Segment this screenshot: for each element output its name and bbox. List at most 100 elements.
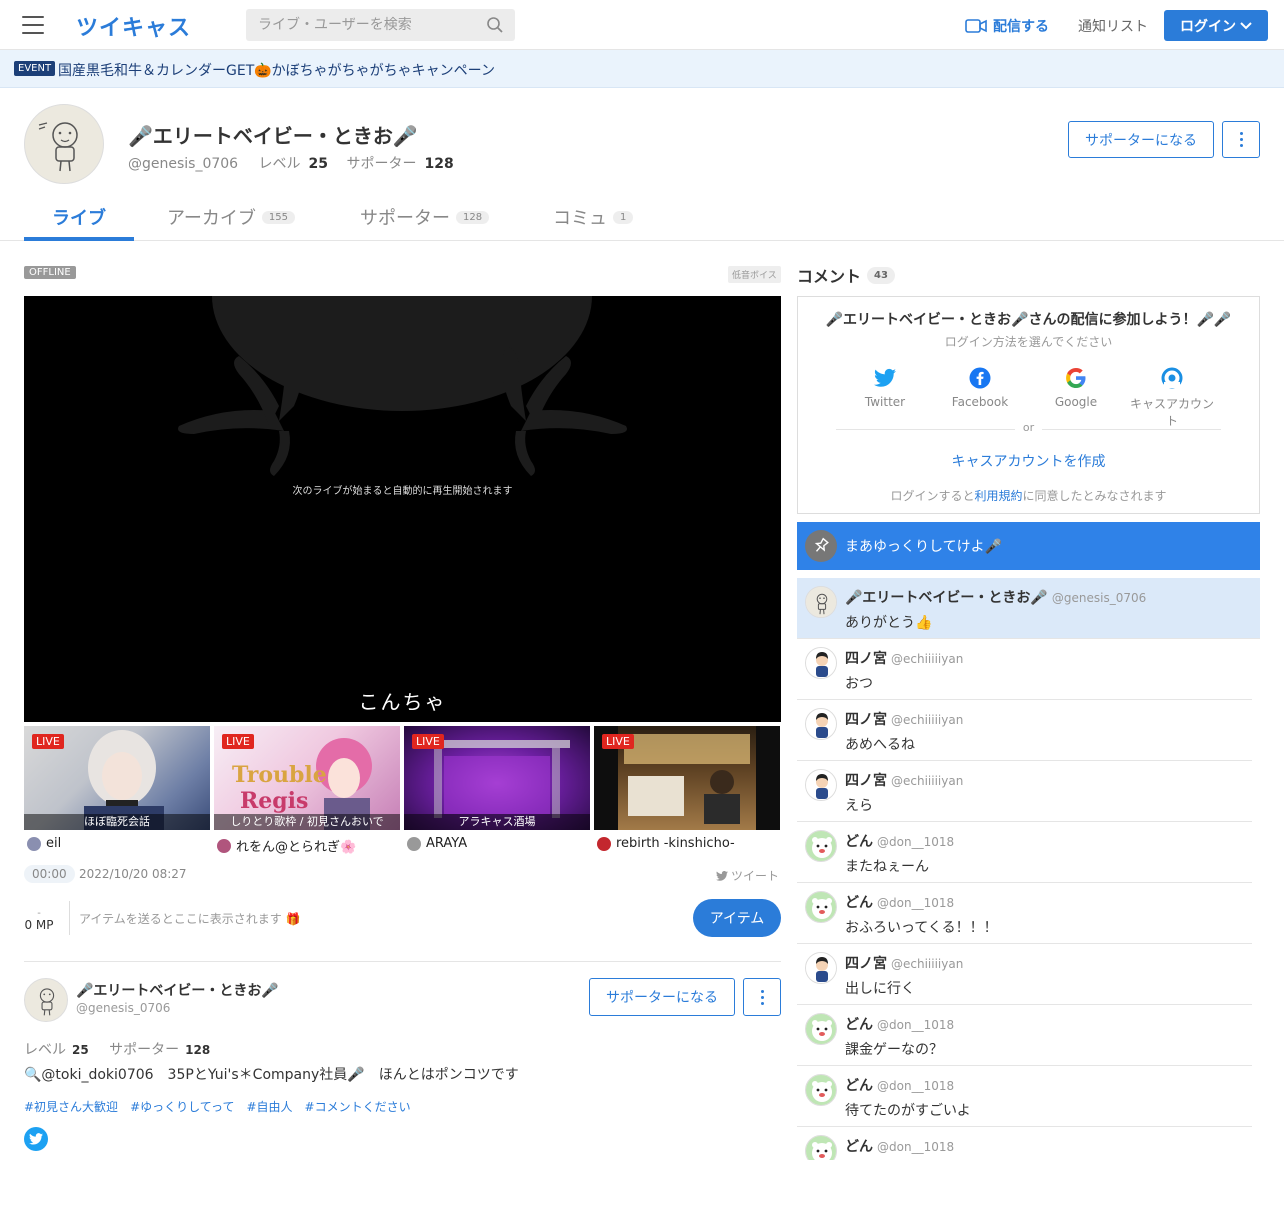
- more-options-button[interactable]: [743, 978, 781, 1016]
- owner-avatar: [407, 836, 421, 851]
- comment-avatar[interactable]: [805, 952, 837, 984]
- tab-live[interactable]: ライブ: [52, 204, 106, 230]
- menu-icon[interactable]: [22, 16, 44, 34]
- terms-notice: ログインすると利用規約に同意したとみなされます: [798, 487, 1259, 504]
- login-twitter-button[interactable]: Twitter: [840, 367, 930, 409]
- comment-author[interactable]: 四ノ宮 @echiiiiiyan: [845, 770, 963, 790]
- live-title: しりとり歌枠 / 初見さんおいで: [214, 814, 400, 830]
- pinned-comment[interactable]: まあゆっくりしてけよ🎤: [797, 522, 1260, 570]
- comment-avatar[interactable]: [805, 769, 837, 801]
- video-player[interactable]: 次のライブが始まると自動的に再生開始されます こんちゃ: [24, 296, 781, 722]
- live-owner[interactable]: ARAYA: [404, 836, 590, 851]
- category-badge[interactable]: 低音ボイス: [728, 266, 781, 283]
- tag-link[interactable]: #自由人: [246, 1098, 292, 1115]
- user-avatar[interactable]: [24, 978, 68, 1022]
- event-banner[interactable]: EVENT 国産黒毛和牛＆カレンダーGET🎃かぼちゃがちゃがちゃキャンペーン: [0, 50, 1284, 88]
- comment-avatar[interactable]: [805, 1135, 837, 1160]
- comment-author[interactable]: どん @don__1018: [845, 1136, 954, 1156]
- live-thumbnail[interactable]: LIVE アラキャス酒場: [404, 726, 590, 830]
- mp-display: - 0 MP: [24, 908, 54, 933]
- comment-item[interactable]: 四ノ宮 @echiiiiiyan おつ: [797, 639, 1252, 700]
- comment-text: またねぇーん: [845, 859, 929, 875]
- event-text[interactable]: 国産黒毛和牛＆カレンダーGET🎃かぼちゃがちゃがちゃキャンペーン: [58, 60, 495, 80]
- comment-avatar[interactable]: [805, 830, 837, 862]
- comment-avatar[interactable]: [805, 647, 837, 679]
- become-supporter-button[interactable]: サポーターになる: [589, 978, 735, 1016]
- tab-label: コミュ: [553, 208, 607, 229]
- kebab-icon: [760, 989, 764, 1005]
- live-owner[interactable]: れをん@とられぎ🌸: [214, 836, 400, 855]
- comment-author-id: @don__1018: [877, 1140, 955, 1154]
- comment-author[interactable]: どん @don__1018: [845, 1075, 954, 1095]
- comment-item[interactable]: どん @don__1018: [797, 1127, 1252, 1160]
- tag-link[interactable]: #コメントください: [305, 1098, 411, 1115]
- comment-avatar[interactable]: [805, 708, 837, 740]
- comment-item[interactable]: どん @don__1018 おふろいってくる！！！: [797, 883, 1252, 944]
- live-card[interactable]: LIVE ほぼ臨死会話 eil: [24, 726, 210, 851]
- login-prompt-title: 🎤エリートベイビー・ときお🎤さんの配信に参加しよう！🎤🎤: [825, 312, 1232, 328]
- comment-text: 出しに行く: [845, 981, 915, 997]
- profile-avatar[interactable]: [24, 104, 104, 184]
- tab-count: 155: [261, 210, 296, 224]
- supporter-count: 128: [185, 1043, 211, 1057]
- search-input[interactable]: [246, 9, 476, 41]
- comment-item[interactable]: 四ノ宮 @echiiiiiyan 出しに行く: [797, 944, 1252, 1005]
- comment-author[interactable]: 四ノ宮 @echiiiiiyan: [845, 953, 963, 973]
- tab-community[interactable]: コミュ 1: [553, 204, 634, 230]
- live-card[interactable]: Trouble Regis LIVE しりとり歌枠 / 初見さんおいで れをん@…: [214, 726, 400, 855]
- live-owner[interactable]: eil: [24, 836, 210, 851]
- live-card[interactable]: LIVE アラキャス酒場 ARAYA: [404, 726, 590, 851]
- live-thumbnail[interactable]: LIVE ほぼ臨死会話: [24, 726, 210, 830]
- tag-link[interactable]: #初見さん大歓迎: [24, 1098, 118, 1115]
- tab-archive[interactable]: アーカイブ 155: [167, 204, 296, 230]
- live-thumbnail[interactable]: Trouble Regis LIVE しりとり歌枠 / 初見さんおいで: [214, 726, 400, 830]
- live-thumbnail[interactable]: LIVE: [594, 726, 780, 830]
- twitter-profile-link[interactable]: [24, 1127, 48, 1151]
- tweet-link[interactable]: ツイート: [716, 867, 779, 884]
- tag-link[interactable]: #ゆっくりしてって: [130, 1098, 234, 1115]
- comment-list[interactable]: 🎤エリートベイビー・ときお🎤 @genesis_0706 ありがとう👍 四ノ宮 @ech…: [797, 578, 1260, 1160]
- send-item-button[interactable]: アイテム: [693, 899, 781, 937]
- comment-avatar[interactable]: [805, 1013, 837, 1045]
- comment-item[interactable]: 🎤エリートベイビー・ときお🎤 @genesis_0706 ありがとう👍: [797, 578, 1260, 639]
- comment-author[interactable]: どん @don__1018: [845, 831, 954, 851]
- comment-item[interactable]: 四ノ宮 @echiiiiiyan あめへるね: [797, 700, 1252, 761]
- comment-author[interactable]: 四ノ宮 @echiiiiiyan: [845, 709, 963, 729]
- comment-author[interactable]: 四ノ宮 @echiiiiiyan: [845, 648, 963, 668]
- terms-link[interactable]: 利用規約: [974, 489, 1022, 503]
- comment-item[interactable]: どん @don__1018 またねぇーん: [797, 822, 1252, 883]
- comment-author[interactable]: 🎤エリートベイビー・ときお🎤 @genesis_0706: [845, 587, 1146, 607]
- more-options-button[interactable]: [1222, 121, 1260, 158]
- comment-avatar[interactable]: [805, 586, 837, 618]
- mp-value: 0 MP: [24, 918, 54, 932]
- comment-avatar[interactable]: [805, 1074, 837, 1106]
- login-cas-account-button[interactable]: キャスアカウント: [1127, 367, 1217, 429]
- login-button[interactable]: ログイン: [1164, 10, 1268, 41]
- comment-avatar[interactable]: [805, 891, 837, 923]
- comment-author[interactable]: どん @don__1018: [845, 892, 954, 912]
- comment-author[interactable]: どん @don__1018: [845, 1014, 954, 1034]
- login-google-button[interactable]: Google: [1031, 367, 1121, 409]
- login-facebook-button[interactable]: Facebook: [935, 367, 1025, 409]
- comment-author-id: @echiiiiiyan: [891, 713, 964, 727]
- notification-list-link[interactable]: 通知リスト: [1078, 16, 1148, 36]
- comment-item[interactable]: どん @don__1018 待てたのがすごいよ: [797, 1066, 1252, 1127]
- live-card[interactable]: LIVE rebirth -kinshicho-: [594, 726, 780, 851]
- create-account-link[interactable]: キャスアカウントを作成: [798, 451, 1259, 471]
- or-separator: or: [798, 421, 1259, 434]
- become-supporter-button[interactable]: サポーターになる: [1068, 121, 1214, 158]
- comment-item[interactable]: 四ノ宮 @echiiiiiyan えら: [797, 761, 1252, 822]
- tab-supporters[interactable]: サポーター 128: [360, 204, 490, 230]
- comment-item[interactable]: どん @don__1018 課金ゲーなの？: [797, 1005, 1252, 1066]
- comment-text: ありがとう👍: [845, 615, 933, 631]
- user-name[interactable]: 🎤エリートベイビー・ときお🎤: [76, 980, 279, 1000]
- site-logo[interactable]: ツイキャス: [76, 10, 191, 42]
- divider: [69, 901, 70, 935]
- broadcast-button[interactable]: 配信する: [965, 16, 1049, 36]
- comment-author-id: @genesis_0706: [1051, 591, 1147, 605]
- live-owner[interactable]: rebirth -kinshicho-: [594, 836, 780, 851]
- profile-tabs: ライブ アーカイブ 155 サポーター 128 コミュ 1: [0, 196, 1284, 241]
- login-option-label: Facebook: [951, 395, 1009, 409]
- search-icon[interactable]: [486, 16, 504, 34]
- mp-dash: -: [37, 908, 41, 919]
